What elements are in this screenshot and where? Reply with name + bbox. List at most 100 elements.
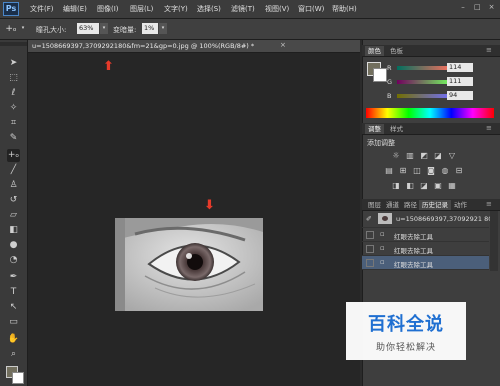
history-scrollbar[interactable] bbox=[490, 211, 498, 271]
invert-icon[interactable]: ◨ bbox=[391, 181, 401, 191]
darken-amount-input[interactable]: 1% bbox=[142, 23, 158, 34]
menu-image[interactable]: 图像(I) bbox=[97, 4, 119, 14]
pupil-size-dropdown[interactable]: ▾ bbox=[100, 23, 108, 34]
snapshot-label: u=1508669397,37092921 80... bbox=[396, 215, 499, 223]
history-step-checkbox[interactable] bbox=[366, 231, 374, 239]
pen-tool-icon[interactable]: ✒ bbox=[7, 271, 20, 284]
channel-g-input[interactable]: 111 bbox=[447, 77, 473, 86]
red-eye-step-icon: ▫ bbox=[380, 244, 385, 252]
menu-type[interactable]: 文字(Y) bbox=[164, 4, 188, 14]
menu-layer[interactable]: 图层(L) bbox=[130, 4, 153, 14]
clone-stamp-tool-icon[interactable]: ♙ bbox=[7, 179, 20, 192]
tab-actions[interactable]: 动作 bbox=[451, 200, 470, 210]
gradient-map-icon[interactable]: ▦ bbox=[447, 181, 457, 191]
crop-tool-icon[interactable]: ⌗ bbox=[7, 117, 20, 130]
eraser-tool-icon[interactable]: ▱ bbox=[7, 209, 20, 222]
minimize-button[interactable]: – bbox=[459, 3, 468, 12]
shape-tool-icon[interactable]: ▭ bbox=[7, 316, 20, 329]
menu-file[interactable]: 文件(F) bbox=[30, 4, 54, 14]
adjust-panel-menu-icon[interactable]: ≡ bbox=[486, 124, 492, 132]
levels-icon[interactable]: ▥ bbox=[405, 151, 415, 161]
history-panel-menu-icon[interactable]: ≡ bbox=[486, 200, 492, 208]
tab-adjustments[interactable]: 调整 bbox=[365, 124, 384, 134]
history-step-2[interactable]: ▫ 红眼去除工具 bbox=[362, 242, 489, 256]
brightness-icon[interactable]: ☼ bbox=[391, 151, 401, 161]
document-tab-bar: u=1508669397,3709292180&fm=21&gp=0.jpg @… bbox=[28, 40, 360, 53]
menu-filter[interactable]: 滤镜(T) bbox=[231, 4, 255, 14]
path-select-tool-icon[interactable]: ↖ bbox=[7, 301, 20, 314]
tab-swatches[interactable]: 色板 bbox=[387, 46, 406, 56]
eye-photo[interactable] bbox=[115, 218, 263, 311]
gradient-tool-icon[interactable]: ◧ bbox=[7, 224, 20, 237]
history-brush-tool-icon[interactable]: ↺ bbox=[7, 194, 20, 207]
color-spectrum-bar[interactable] bbox=[366, 108, 494, 118]
color-balance-icon[interactable]: ◫ bbox=[412, 166, 422, 176]
tab-color[interactable]: 颜色 bbox=[365, 46, 384, 56]
tool-preset-dropdown[interactable]: ▾ bbox=[19, 23, 27, 34]
blur-tool-icon[interactable]: ● bbox=[7, 239, 20, 252]
channel-b-input[interactable]: 94 bbox=[447, 91, 473, 100]
pupil-size-input[interactable]: 63% bbox=[77, 23, 99, 34]
history-step-1[interactable]: ▫ 红眼去除工具 bbox=[362, 228, 489, 242]
marquee-tool-icon[interactable]: ⬚ bbox=[7, 72, 20, 85]
hand-tool-icon[interactable]: ✋ bbox=[7, 333, 20, 346]
hue-saturation-icon[interactable]: ⊞ bbox=[398, 166, 408, 176]
lasso-tool-icon[interactable]: ℓ bbox=[7, 87, 20, 100]
menu-window[interactable]: 窗口(W) bbox=[298, 4, 324, 14]
window-controls: – □ × bbox=[456, 3, 496, 15]
selective-color-icon[interactable]: ▣ bbox=[433, 181, 443, 191]
curves-icon[interactable]: ◩ bbox=[419, 151, 429, 161]
history-step-checkbox[interactable] bbox=[366, 259, 374, 267]
toolbar-grip[interactable] bbox=[0, 42, 27, 46]
red-eye-tool-icon[interactable]: +ₒ bbox=[4, 23, 18, 35]
close-document-button[interactable]: × bbox=[280, 41, 286, 49]
move-tool-icon[interactable]: ➤ bbox=[7, 57, 20, 70]
close-window-button[interactable]: × bbox=[487, 3, 496, 12]
channel-b-slider[interactable] bbox=[397, 94, 452, 98]
red-eye-tool-icon-active[interactable]: +ₒ bbox=[7, 149, 20, 162]
black-white-icon[interactable]: ◙ bbox=[426, 166, 436, 176]
menu-edit[interactable]: 编辑(E) bbox=[63, 4, 87, 14]
vibrance-icon[interactable]: ▤ bbox=[384, 166, 394, 176]
adjust-panel-tabs: 调整 样式 ≡ bbox=[362, 123, 500, 135]
channel-mixer-icon[interactable]: ⊟ bbox=[454, 166, 464, 176]
channel-r-input[interactable]: 114 bbox=[447, 63, 473, 72]
photo-filter-icon[interactable]: ◍ bbox=[440, 166, 450, 176]
threshold-icon[interactable]: ◪ bbox=[419, 181, 429, 191]
menu-select[interactable]: 选择(S) bbox=[197, 4, 221, 14]
background-color-swatch[interactable] bbox=[12, 372, 24, 384]
history-step-checkbox[interactable] bbox=[366, 245, 374, 253]
eye-photo-image bbox=[115, 218, 263, 311]
tab-styles[interactable]: 样式 bbox=[387, 124, 406, 134]
history-step-3-active[interactable]: ▫ 红眼去除工具 bbox=[362, 256, 489, 270]
brush-tool-icon[interactable]: ╱ bbox=[7, 164, 20, 177]
quick-select-tool-icon[interactable]: ✧ bbox=[7, 102, 20, 115]
tab-paths[interactable]: 路径 bbox=[401, 200, 420, 210]
color-bg-swatch[interactable] bbox=[373, 68, 387, 82]
pupil-size-label: 瞳孔大小: bbox=[36, 26, 67, 34]
menu-view[interactable]: 视图(V) bbox=[265, 4, 289, 14]
tab-channels[interactable]: 通道 bbox=[383, 200, 402, 210]
posterize-icon[interactable]: ◧ bbox=[405, 181, 415, 191]
exposure-icon[interactable]: ◪ bbox=[433, 151, 443, 161]
darken-amount-dropdown[interactable]: ▾ bbox=[159, 23, 167, 34]
menu-help[interactable]: 帮助(H) bbox=[332, 4, 357, 14]
channel-g-slider[interactable] bbox=[397, 80, 452, 84]
snapshot-thumbnail bbox=[378, 213, 392, 224]
type-tool-icon[interactable]: T bbox=[7, 286, 20, 299]
eyedropper-tool-icon[interactable]: ✎ bbox=[7, 132, 20, 145]
history-step-label: 红眼去除工具 bbox=[394, 261, 433, 269]
dodge-tool-icon[interactable]: ◔ bbox=[7, 254, 20, 267]
red-eye-step-icon: ▫ bbox=[380, 230, 385, 238]
tab-layers[interactable]: 图层 bbox=[365, 200, 384, 210]
channel-r-slider[interactable] bbox=[397, 66, 452, 70]
gradient-adjust-icon[interactable]: ▽ bbox=[447, 151, 457, 161]
panel-menu-icon[interactable]: ≡ bbox=[486, 46, 492, 54]
darken-amount-label: 变暗量: bbox=[113, 26, 137, 34]
history-snapshot-row[interactable]: ✐ u=1508669397,37092921 80... bbox=[362, 211, 499, 228]
tab-history[interactable]: 历史记录 bbox=[419, 200, 451, 210]
document-tab[interactable]: u=1508669397,3709292180&fm=21&gp=0.jpg @… bbox=[32, 42, 254, 50]
maximize-button[interactable]: □ bbox=[473, 3, 482, 12]
menu-bar: Ps 文件(F) 编辑(E) 图像(I) 图层(L) 文字(Y) 选择(S) 滤… bbox=[0, 0, 500, 19]
zoom-tool-icon[interactable]: ⌕ bbox=[7, 348, 20, 361]
